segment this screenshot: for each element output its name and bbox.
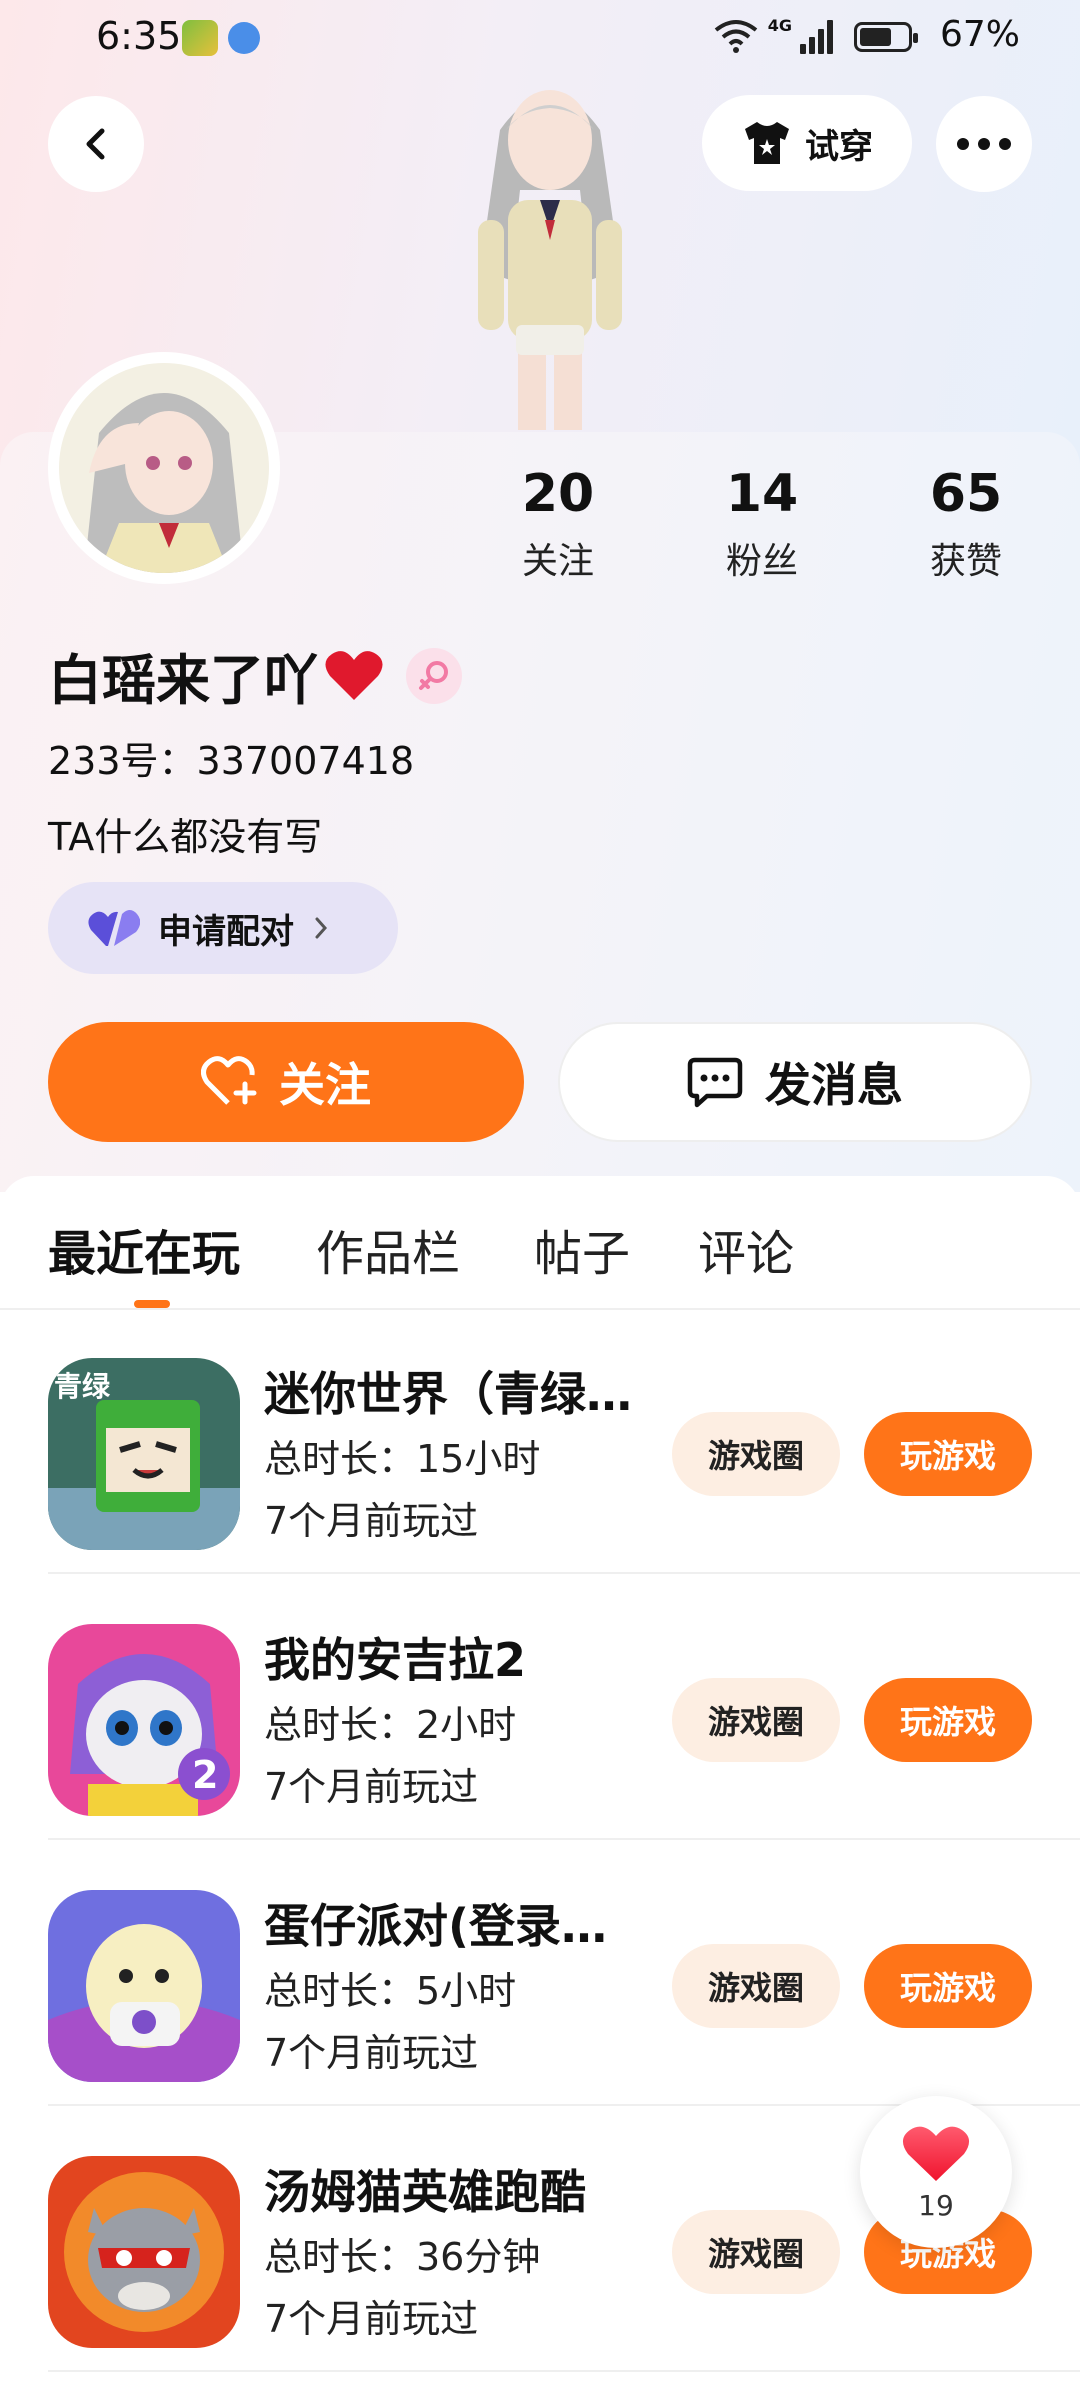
like-count: 19	[918, 2188, 954, 2222]
chevron-left-icon	[86, 128, 105, 160]
game-circle-button[interactable]: 游戏圈	[672, 2210, 840, 2294]
apply-pair-label: 申请配对	[158, 911, 294, 952]
apply-pair-button[interactable]: 申请配对	[48, 882, 398, 974]
game-row[interactable]: 2 我的安吉拉2 总时长：2小时 7个月前玩过 游戏圈 玩游戏	[0, 1574, 1080, 1840]
game-last-played: 7个月前玩过	[264, 1765, 479, 1809]
profile-tabs: 最近在玩 作品栏 帖子 评论	[0, 1176, 1080, 1310]
game-last-played: 7个月前玩过	[264, 1499, 479, 1543]
followers-label: 粉丝	[725, 541, 798, 582]
stat-following[interactable]: 20 关注	[458, 462, 658, 584]
battery-percent: 67%	[939, 14, 1020, 55]
stat-likes[interactable]: 65 获赞	[866, 462, 1066, 584]
follow-button[interactable]: 关注	[48, 1022, 524, 1142]
tab-works[interactable]: 作品栏	[316, 1214, 460, 1284]
play-game-button[interactable]: 玩游戏	[864, 1944, 1032, 2028]
pair-heart-icon	[88, 910, 140, 946]
more-horizontal-icon	[957, 138, 1011, 150]
profile-name-row: 白瑶来了吖	[48, 636, 462, 715]
shirt-icon	[745, 122, 789, 164]
followers-count: 14	[725, 464, 799, 524]
message-label: 发消息	[765, 1058, 903, 1112]
game-icon-tom-hero-dash	[48, 2156, 240, 2348]
avatar-3d-figure	[478, 90, 622, 430]
female-icon	[406, 647, 462, 704]
wifi-icon	[714, 20, 758, 53]
game-title: 蛋仔派对(登录…	[264, 1899, 608, 1953]
try-on-label: 试穿	[805, 126, 873, 167]
game-duration: 总时长：5小时	[264, 1969, 517, 2013]
floating-like-button[interactable]: 19	[860, 2096, 1012, 2248]
chevron-right-icon	[315, 917, 328, 939]
mini-world-icon-text: 青绿	[54, 1370, 111, 1403]
battery-fill	[860, 28, 891, 46]
tab-recently-played[interactable]: 最近在玩	[48, 1214, 240, 1284]
game-title: 迷你世界（青绿…	[264, 1367, 632, 1421]
angela-icon-text: 2	[192, 1753, 218, 1797]
tab-posts[interactable]: 帖子	[534, 1214, 630, 1284]
following-count: 20	[521, 464, 595, 524]
stat-followers[interactable]: 14 粉丝	[662, 462, 862, 584]
game-duration: 总时长：15小时	[264, 1437, 541, 1481]
tab-comments[interactable]: 评论	[698, 1214, 794, 1284]
notification-app-icon	[182, 20, 218, 56]
play-game-button[interactable]: 玩游戏	[864, 1678, 1032, 1762]
game-circle-button[interactable]: 游戏圈	[672, 1412, 840, 1496]
follow-label: 关注	[279, 1058, 371, 1112]
back-button[interactable]	[48, 96, 144, 192]
likes-count: 65	[929, 464, 1003, 524]
game-title: 我的安吉拉2	[264, 1633, 527, 1687]
game-icon-mini-world: 青绿	[48, 1358, 240, 1550]
game-duration: 总时长：2小时	[264, 1703, 517, 1747]
game-last-played: 7个月前玩过	[264, 2031, 479, 2075]
game-icon-eggy-party	[48, 1890, 240, 2082]
avatar[interactable]	[48, 352, 280, 584]
game-row[interactable]: 蛋仔派对(登录… 总时长：5小时 7个月前玩过 游戏圈 玩游戏	[0, 1840, 1080, 2106]
row-divider	[48, 2370, 1080, 2372]
network-type: 4G	[767, 16, 792, 35]
status-bar: 6:35 4G 67%	[0, 0, 1080, 80]
status-time: 6:35	[96, 14, 182, 58]
profile-name: 白瑶来了吖	[48, 649, 318, 712]
user-bio: TA什么都没有写	[48, 815, 323, 859]
battery-icon	[854, 22, 918, 52]
game-row[interactable]: 青绿 迷你世界（青绿… 总时长：15小时 7个月前玩过 游戏圈 玩游戏	[0, 1308, 1080, 1574]
message-button[interactable]: 发消息	[558, 1022, 1032, 1142]
chat-bubble-icon	[687, 1057, 743, 1108]
user-id: 233号：337007418	[48, 739, 415, 783]
signal-icon	[800, 20, 836, 54]
play-game-button[interactable]: 玩游戏	[864, 1412, 1032, 1496]
game-title: 汤姆猫英雄跑酷	[264, 2165, 586, 2219]
game-last-played: 7个月前玩过	[264, 2297, 479, 2341]
game-circle-button[interactable]: 游戏圈	[672, 1944, 840, 2028]
likes-label: 获赞	[929, 541, 1002, 582]
heart-plus-icon	[201, 1056, 257, 1105]
game-duration: 总时长：36分钟	[264, 2235, 541, 2279]
avatar-image	[59, 363, 269, 573]
try-on-button[interactable]: 试穿	[702, 95, 912, 191]
music-app-icon	[228, 22, 260, 54]
heart-icon	[325, 650, 383, 700]
game-icon-my-angela-2: 2	[48, 1624, 240, 1816]
more-button[interactable]	[936, 96, 1032, 192]
tab-indicator	[134, 1300, 170, 1308]
following-label: 关注	[521, 541, 594, 582]
heart-icon	[902, 2126, 970, 2181]
game-circle-button[interactable]: 游戏圈	[672, 1678, 840, 1762]
